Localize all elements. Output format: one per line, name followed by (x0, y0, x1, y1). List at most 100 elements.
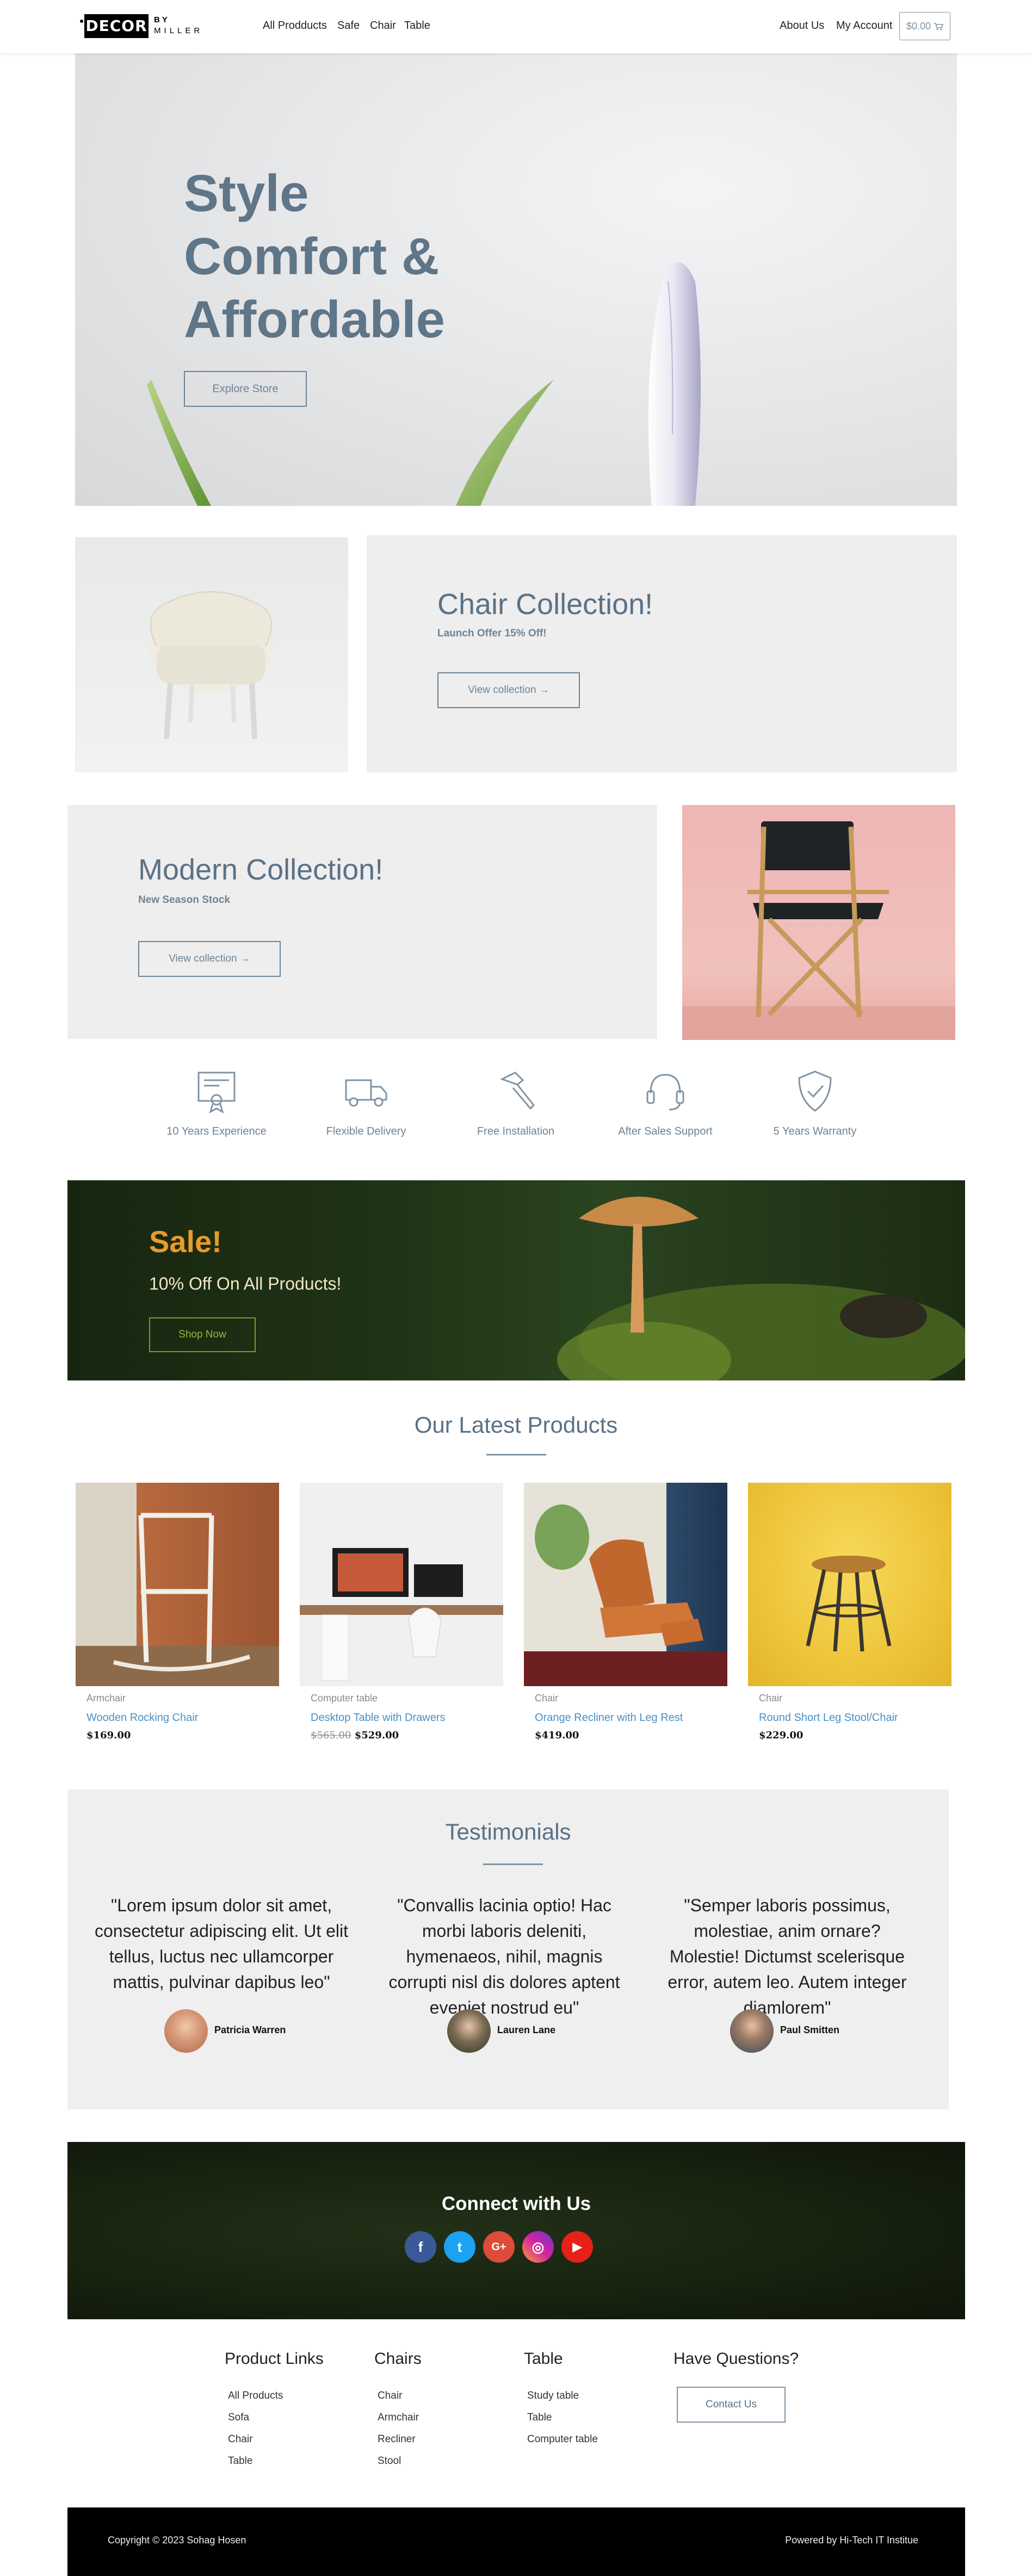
product-image[interactable] (524, 1483, 727, 1686)
chair-view-collection-button[interactable]: View collection → (437, 672, 580, 708)
product-image[interactable] (748, 1483, 951, 1686)
avatar (730, 2009, 774, 2053)
youtube-icon[interactable]: ▶ (561, 2231, 593, 2263)
modern-collection-title: Modern Collection! (138, 853, 384, 886)
contact-us-button[interactable]: Contact Us (677, 2387, 786, 2423)
product-price: $419.00 (535, 1730, 727, 1741)
headset-icon (646, 1074, 684, 1111)
hammer-icon (500, 1072, 535, 1110)
modern-collection-image (682, 805, 955, 1040)
product-card[interactable]: Chair Orange Recliner with Leg Rest $419… (524, 1483, 727, 1741)
feature-item: After Sales Support (595, 1066, 736, 1138)
product-image[interactable] (76, 1483, 279, 1686)
facebook-icon[interactable]: f (405, 2231, 436, 2263)
footer-link[interactable]: All Products (228, 2390, 366, 2402)
modern-collection-panel: Modern Collection! New Season Stock View… (67, 805, 657, 1039)
connect-title: Connect with Us (441, 2193, 591, 2214)
testimonial-quote: "Convallis lacinia optio! Hac morbi labo… (388, 1896, 620, 2017)
bottom-bar: Copyright © 2023 Sohag Hosen Powered by … (67, 2507, 965, 2576)
shop-now-button[interactable]: Shop Now (149, 1317, 256, 1352)
product-price: $169.00 (86, 1730, 279, 1741)
connect-section: Connect with Us f t G+ ◎ ▶ (67, 2142, 965, 2319)
feature-item: Free Installation (445, 1066, 586, 1138)
footer-column: Chairs Chair Armchair Recliner Stool (374, 2350, 516, 2467)
avatar (447, 2009, 491, 2053)
hero-title: Style Comfort & Affordable (184, 162, 565, 351)
chair-collection-title: Chair Collection! (437, 588, 653, 621)
footer-heading: Have Questions? (673, 2350, 799, 2368)
section-underline (486, 1454, 546, 1456)
nav-link-safe[interactable]: Safe (337, 20, 360, 32)
sale-subtitle: 10% Off On All Products! (149, 1274, 342, 1293)
product-card[interactable]: Chair Round Short Leg Stool/Chair $229.0… (748, 1483, 951, 1741)
logo-sub: MILLER (154, 26, 203, 35)
product-category: Chair (535, 1693, 559, 1704)
product-current-price: $229.00 (759, 1730, 804, 1741)
product-old-price: $565.00 (311, 1730, 351, 1741)
chair-collection-image (75, 537, 348, 772)
feature-label: 5 Years Warranty (773, 1125, 857, 1137)
footer-link[interactable]: Armchair (378, 2412, 516, 2424)
chair-collection-panel: Chair Collection! Launch Offer 15% Off! … (367, 535, 957, 772)
footer-link[interactable]: Chair (378, 2390, 516, 2402)
footer-heading: Product Links (225, 2350, 324, 2368)
product-current-price: $169.00 (86, 1730, 131, 1741)
powered-by: Powered by Hi-Tech IT Institue (785, 2535, 918, 2546)
nav-link-all-products[interactable]: All Prodducts (263, 20, 327, 32)
testimonial-name: Paul Smitten (780, 2024, 840, 2035)
cart-icon (934, 23, 944, 30)
nav-link-table[interactable]: Table (404, 20, 430, 32)
explore-store-button[interactable]: Explore Store (184, 371, 307, 407)
footer-link[interactable]: Computer table (527, 2433, 665, 2445)
testimonial-quote: "Semper laboris possimus, molestiae, ani… (668, 1896, 907, 2017)
footer-column: Product Links All Products Sofa Chair Ta… (225, 2350, 366, 2467)
copyright: Copyright © 2023 Sohag Hosen (108, 2535, 246, 2546)
logo[interactable]: DECOR BY MILLER (80, 12, 207, 40)
top-navbar: DECOR BY MILLER All Prodducts Safe Chair… (0, 0, 1032, 53)
product-name[interactable]: Orange Recliner with Leg Rest (535, 1712, 727, 1724)
product-price: $565.00 $529.00 (311, 1730, 503, 1741)
feature-label: After Sales Support (618, 1125, 713, 1137)
shield-check-icon (798, 1070, 832, 1112)
product-name[interactable]: Desktop Table with Drawers (311, 1712, 503, 1724)
testimonials-section: Testimonials "Lorem ipsum dolor sit amet… (67, 1789, 949, 2109)
product-price: $229.00 (759, 1730, 951, 1741)
product-category: Chair (759, 1693, 783, 1704)
modern-collection-subtitle: New Season Stock (138, 894, 230, 906)
product-name[interactable]: Round Short Leg Stool/Chair (759, 1712, 951, 1724)
nav-link-about[interactable]: About Us (780, 20, 824, 32)
product-image[interactable] (300, 1483, 503, 1686)
footer-link[interactable]: Stool (378, 2455, 516, 2467)
footer-heading: Chairs (374, 2350, 422, 2368)
hero-title-line: Comfort & (184, 227, 440, 286)
logo-main: DECOR (84, 14, 149, 38)
certificate-icon (197, 1072, 236, 1114)
footer-link[interactable]: Table (228, 2455, 366, 2467)
feature-label: 10 Years Experience (166, 1125, 267, 1137)
product-name[interactable]: Wooden Rocking Chair (86, 1712, 279, 1724)
hero-banner: Style Comfort & Affordable Explore Store (75, 53, 957, 506)
footer-contact: Have Questions? Contact Us (673, 2350, 837, 2423)
instagram-icon[interactable]: ◎ (522, 2231, 554, 2263)
logo-dot (80, 20, 83, 23)
product-card[interactable]: Armchair Wooden Rocking Chair $169.00 (76, 1483, 279, 1741)
footer-link[interactable]: Table (527, 2412, 665, 2424)
footer-link[interactable]: Study table (527, 2390, 665, 2402)
footer-column: Table Study table Table Computer table (524, 2350, 665, 2445)
footer-link[interactable]: Chair (228, 2433, 366, 2445)
modern-view-collection-button[interactable]: View collection → (138, 941, 281, 977)
product-category: Computer table (311, 1693, 378, 1704)
product-current-price: $419.00 (535, 1730, 579, 1741)
product-card[interactable]: Computer table Desktop Table with Drawer… (300, 1483, 503, 1741)
truck-icon (345, 1079, 387, 1107)
testimonial-name: Lauren Lane (497, 2024, 556, 2035)
google-plus-icon[interactable]: G+ (483, 2231, 515, 2263)
cart-button[interactable]: $0.00 (899, 12, 950, 40)
hero-title-line: Style (184, 164, 309, 222)
nav-link-account[interactable]: My Account (836, 20, 892, 32)
twitter-icon[interactable]: t (444, 2231, 475, 2263)
nav-link-chair[interactable]: Chair (370, 20, 396, 32)
footer-link[interactable]: Sofa (228, 2412, 366, 2424)
footer-link[interactable]: Recliner (378, 2433, 516, 2445)
testimonial-quote: "Lorem ipsum dolor sit amet, consectetur… (95, 1896, 348, 1992)
